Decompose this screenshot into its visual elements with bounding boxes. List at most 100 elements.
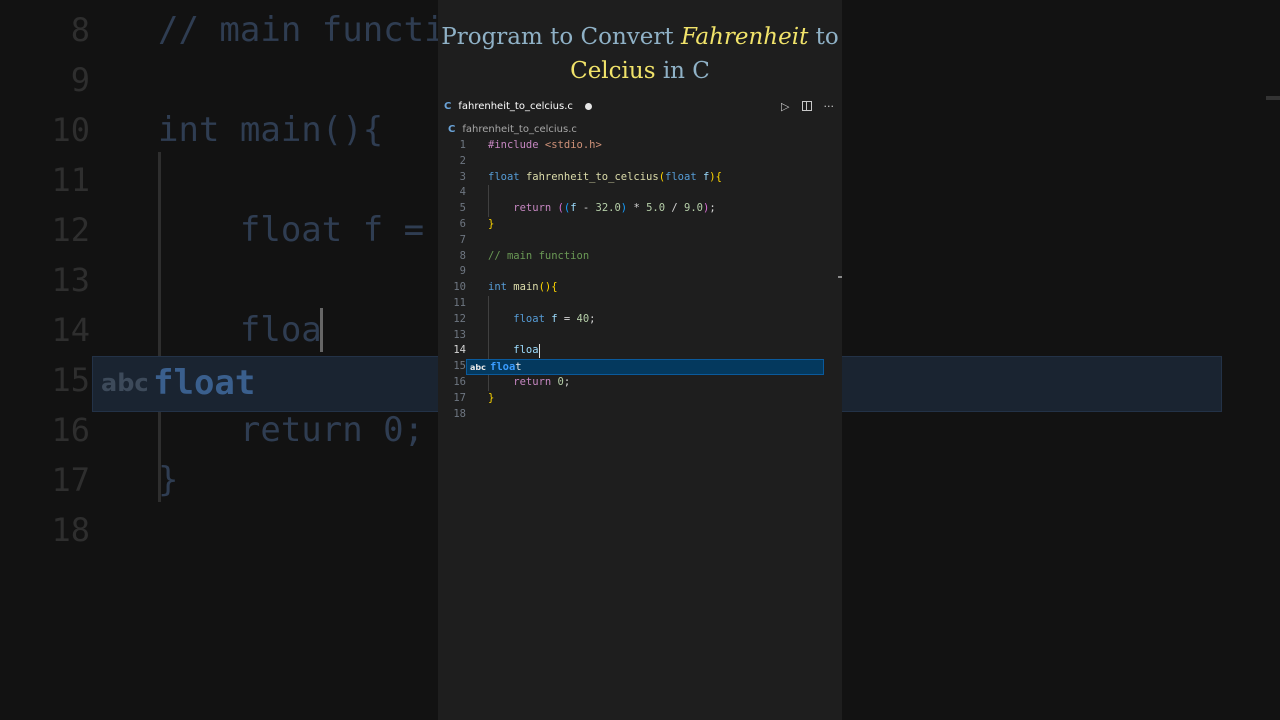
background-line-number: 14: [51, 311, 90, 349]
suggestion-rest: t: [515, 361, 522, 373]
code-line[interactable]: 7: [438, 233, 842, 249]
background-line-number: 15: [51, 361, 90, 399]
code-text: return ((f - 32.0) * 5.0 / 9.0);: [488, 201, 715, 217]
suggestion-match: floa: [490, 361, 516, 373]
line-number: 1: [459, 139, 466, 151]
code-token: 9.0: [684, 202, 703, 215]
suggestion-widget[interactable]: abc float: [466, 359, 824, 375]
code-line[interactable]: 10 int main(){: [438, 280, 842, 296]
background-line-number: 11: [51, 161, 90, 199]
background-line-text: // main functi: [158, 10, 445, 50]
editor-panel: Program to Convert Fahrenheit to Celcius…: [438, 0, 842, 720]
code-line[interactable]: 16 return 0;: [438, 375, 842, 391]
line-number: 16: [453, 376, 466, 388]
tab-fahrenheit-to-celcius[interactable]: C fahrenheit_to_celcius.c: [438, 96, 598, 116]
line-number: 17: [453, 391, 466, 404]
code-text: float fahrenheit_to_celcius(float f){: [488, 170, 722, 186]
title-part-3: in C: [655, 58, 710, 84]
code-editor[interactable]: 1 #include <stdio.h> 2 3 float fahrenheit_to…: [438, 138, 842, 438]
title-highlight-celcius: Celcius: [570, 58, 656, 84]
code-token: fahrenheit_to_celcius: [525, 170, 659, 183]
code-token: 40: [576, 312, 590, 325]
background-line-number: 13: [51, 261, 90, 299]
background-line-number: 9: [70, 61, 90, 99]
code-line[interactable]: 12 float f = 40;: [438, 312, 842, 328]
line-number: 5: [459, 202, 466, 215]
line-number: 14: [453, 344, 466, 357]
code-line[interactable]: 14 floa: [438, 343, 842, 359]
code-line[interactable]: 4: [438, 185, 842, 201]
code-line[interactable]: 3 float fahrenheit_to_celcius(float f){: [438, 170, 842, 186]
code-token: 5.0: [646, 202, 666, 215]
code-line[interactable]: 11: [438, 296, 842, 312]
line-number: 12: [453, 312, 466, 325]
background-scroll-mark: [1266, 96, 1280, 100]
line-number: 2: [459, 154, 466, 167]
indent-guide: [488, 296, 489, 391]
line-number: 8: [459, 249, 466, 262]
background-indent-guide: [158, 152, 178, 502]
breadcrumb: C fahrenheit_to_celcius.c: [448, 122, 577, 136]
line-number: 3: [459, 170, 466, 183]
line-number: 10: [453, 281, 466, 294]
split-editor-icon[interactable]: [801, 101, 812, 111]
breadcrumb-file[interactable]: fahrenheit_to_celcius.c: [462, 124, 577, 135]
unsaved-dot-icon[interactable]: [584, 102, 592, 110]
code-line[interactable]: 18: [438, 407, 842, 423]
tab-bar: C fahrenheit_to_celcius.c ▷ ···: [438, 96, 842, 116]
code-token: <stdio.h>: [544, 139, 602, 151]
code-line[interactable]: 13: [438, 328, 842, 344]
background-line-text: float f =: [158, 210, 445, 250]
code-token: // main function: [488, 249, 590, 262]
code-token: float: [665, 170, 703, 183]
suggestion-item[interactable]: float: [490, 361, 522, 373]
code-token: int: [488, 281, 514, 294]
background-line-number: 12: [51, 211, 90, 249]
c-file-icon: C: [444, 100, 452, 112]
background-suggest-kind: abc: [101, 369, 149, 397]
code-text: // main function: [488, 249, 589, 265]
code-token: *: [627, 202, 647, 215]
line-number: 9: [459, 265, 466, 278]
overview-ruler-mark: [838, 276, 842, 278]
title-highlight-fahrenheit: Fahrenheit: [680, 24, 809, 50]
line-number: 4: [459, 186, 466, 199]
code-line[interactable]: 6}: [438, 217, 842, 233]
background-line-number: 18: [51, 511, 90, 549]
line-number: 13: [453, 328, 466, 341]
code-token: return: [488, 376, 558, 388]
line-number: 15: [453, 360, 466, 373]
code-token: main: [513, 281, 539, 294]
code-text: return 0;: [488, 375, 570, 391]
code-line[interactable]: 17}: [438, 391, 842, 407]
code-token: }: [488, 391, 495, 404]
line-number: 7: [459, 233, 466, 246]
background-line-text: return 0;: [158, 410, 425, 450]
code-line[interactable]: 5 return ((f - 32.0) * 5.0 / 9.0);: [438, 201, 842, 217]
code-text: float f = 40;: [488, 312, 596, 328]
code-token: return: [488, 202, 558, 215]
background-line-text: int main(){: [158, 110, 384, 150]
code-token: float: [488, 170, 526, 183]
code-text: floa: [488, 343, 538, 359]
background-line-number: 16: [51, 411, 90, 449]
code-token: =: [557, 312, 577, 325]
code-line[interactable]: 8 // main function: [438, 249, 842, 265]
c-file-icon: C: [448, 123, 456, 135]
title-part-1: Program to Convert: [441, 24, 681, 50]
indent-guide: [488, 185, 489, 217]
code-token: /: [665, 202, 685, 215]
code-line[interactable]: 2: [438, 154, 842, 170]
code-token: -: [576, 202, 596, 215]
code-token: ;: [589, 312, 596, 325]
more-actions-icon[interactable]: ···: [824, 100, 835, 113]
line-number: 11: [453, 297, 466, 309]
title-part-2: to: [808, 24, 839, 50]
code-token: (): [538, 281, 552, 294]
background-suggest-word: float: [153, 363, 256, 403]
code-line[interactable]: 1 #include <stdio.h>: [438, 138, 842, 154]
run-icon[interactable]: ▷: [781, 100, 789, 113]
code-token: float: [488, 312, 552, 325]
code-token: ;: [563, 376, 571, 388]
code-line[interactable]: 9: [438, 264, 842, 280]
